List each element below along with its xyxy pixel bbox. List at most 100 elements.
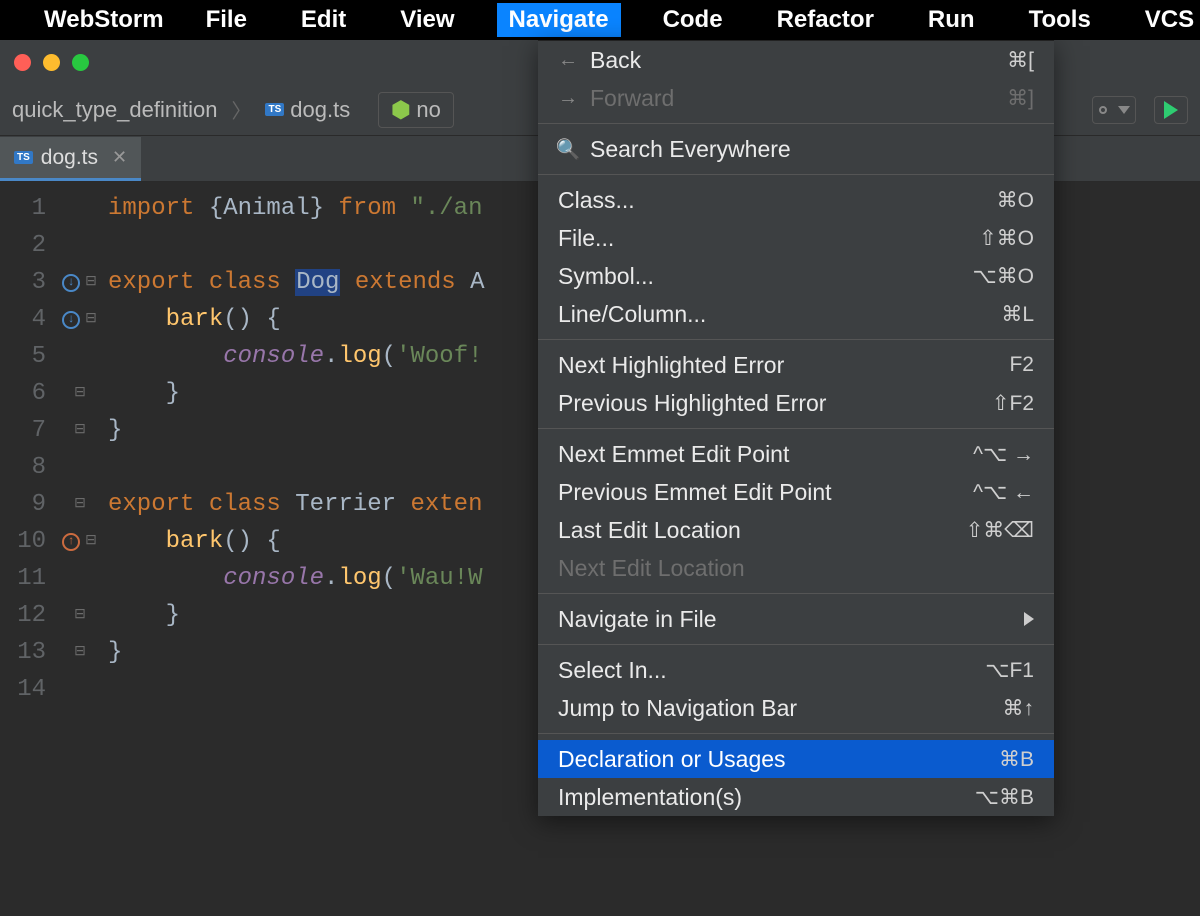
play-icon <box>1164 101 1178 119</box>
menu-item-class[interactable]: Class... ⌘O <box>538 181 1054 219</box>
override-down-icon[interactable] <box>62 311 80 329</box>
menu-shortcut: F2 <box>1009 353 1034 377</box>
menu-separator <box>538 174 1054 175</box>
menu-item-label: Back <box>590 47 641 74</box>
menu-item-label: Symbol... <box>558 263 654 290</box>
menu-shortcut: ⌘] <box>1007 86 1034 111</box>
menu-item-label: Previous Emmet Edit Point <box>558 479 832 506</box>
minimize-window-icon[interactable] <box>43 54 60 71</box>
icon-gutter: ⊟ ⊟ ⊟ ⊟ ⊟ ⊟ ⊟ ⊟ <box>56 182 104 916</box>
menu-item-label: Next Highlighted Error <box>558 352 784 379</box>
fold-icon[interactable]: ⊟ <box>73 424 87 438</box>
menu-item-label: Search Everywhere <box>590 136 791 163</box>
menu-shortcut: ⌥F1 <box>985 658 1034 683</box>
breadcrumb-file[interactable]: TS dog.ts <box>265 97 350 123</box>
menu-shortcut: ⌥⌘B <box>975 785 1034 810</box>
close-tab-icon[interactable]: ✕ <box>112 147 127 168</box>
menu-item-previous-emmet-edit-point[interactable]: Previous Emmet Edit Point ^⌥ ← <box>538 473 1054 511</box>
menu-shortcut: ⌘[ <box>1007 48 1034 73</box>
run-button[interactable] <box>1154 96 1188 124</box>
menu-code[interactable]: Code <box>651 3 735 37</box>
navigate-menu-dropdown[interactable]: ←Back⌘[→Forward⌘]🔍Search EverywhereClass… <box>538 40 1054 816</box>
menu-separator <box>538 123 1054 124</box>
line-number-gutter: 1234567891011121314 <box>0 182 56 916</box>
menu-tools[interactable]: Tools <box>1017 3 1103 37</box>
fold-icon[interactable]: ⊟ <box>73 646 87 660</box>
menu-separator <box>538 428 1054 429</box>
menu-run[interactable]: Run <box>916 3 987 37</box>
menu-item-next-emmet-edit-point[interactable]: Next Emmet Edit Point ^⌥ → <box>538 435 1054 473</box>
fold-icon[interactable]: ⊟ <box>73 609 87 623</box>
menu-item-label: Forward <box>590 85 674 112</box>
menu-item-label: Line/Column... <box>558 301 706 328</box>
menu-shortcut: ^⌥ → <box>973 442 1034 467</box>
menu-refactor[interactable]: Refactor <box>765 3 886 37</box>
menu-shortcut: ⌘B <box>999 747 1034 772</box>
editor-tab[interactable]: TS dog.ts ✕ <box>0 137 141 181</box>
menu-file[interactable]: File <box>194 3 259 37</box>
run-config-selector[interactable]: ⬢ no <box>378 92 454 128</box>
menu-item-file[interactable]: File...⇧⌘O <box>538 219 1054 257</box>
fold-icon[interactable]: ⊟ <box>84 276 98 290</box>
fold-icon[interactable]: ⊟ <box>84 313 98 327</box>
ts-file-icon: TS <box>14 151 33 164</box>
menu-item-line-column[interactable]: Line/Column... ⌘L <box>538 295 1054 333</box>
arrow-icon: ← <box>558 50 578 70</box>
breadcrumb-separator-icon: 〉 <box>225 95 257 124</box>
menu-item-label: Previous Highlighted Error <box>558 390 826 417</box>
ts-file-icon: TS <box>265 103 284 116</box>
close-window-icon[interactable] <box>14 54 31 71</box>
menu-item-label: Select In... <box>558 657 667 684</box>
menu-shortcut: ⇧F2 <box>992 391 1034 416</box>
app-name: WebStorm <box>44 6 164 34</box>
menu-item-last-edit-location[interactable]: Last Edit Location ⇧⌘⌫ <box>538 511 1054 549</box>
menu-item-next-edit-location: Next Edit Location <box>538 549 1054 587</box>
traffic-lights[interactable] <box>14 54 89 71</box>
zoom-window-icon[interactable] <box>72 54 89 71</box>
menu-item-select-in[interactable]: Select In... ⌥F1 <box>538 651 1054 689</box>
menu-item-label: Last Edit Location <box>558 517 741 544</box>
menu-item-label: Implementation(s) <box>558 784 742 811</box>
mac-menubar: WebStorm File Edit View Navigate Code Refacto… <box>0 0 1200 40</box>
menu-item-search-everywhere[interactable]: 🔍 Search Everywhere <box>538 130 1054 168</box>
search-icon: 🔍 <box>558 139 578 159</box>
menu-shortcut: ⌘↑ <box>1003 696 1035 721</box>
menu-shortcut: ⌘L <box>1001 302 1034 327</box>
menu-item-label: Next Edit Location <box>558 555 745 582</box>
menu-item-label: Jump to Navigation Bar <box>558 695 797 722</box>
menu-item-back[interactable]: ← Back ⌘[ <box>538 41 1054 79</box>
menu-item-symbol[interactable]: Symbol... ⌥⌘O <box>538 257 1054 295</box>
menu-separator <box>538 339 1054 340</box>
menu-item-navigate-in-file[interactable]: Navigate in File <box>538 600 1054 638</box>
menu-item-jump-to-navigation-bar[interactable]: Jump to Navigation Bar ⌘↑ <box>538 689 1054 727</box>
menu-view[interactable]: View <box>388 3 466 37</box>
submenu-arrow-icon <box>1024 612 1034 626</box>
menu-item-forward: →Forward⌘] <box>538 79 1054 117</box>
menu-item-declaration-or-usages[interactable]: Declaration or Usages ⌘B <box>538 740 1054 778</box>
menu-separator <box>538 644 1054 645</box>
menu-shortcut: ⇧⌘⌫ <box>966 518 1034 543</box>
chevron-down-icon <box>1118 106 1130 114</box>
fold-icon[interactable]: ⊟ <box>73 498 87 512</box>
menu-item-label: Declaration or Usages <box>558 746 786 773</box>
menu-shortcut: ⌘O <box>997 188 1034 213</box>
menu-item-previous-highlighted-error[interactable]: Previous Highlighted Error ⇧F2 <box>538 384 1054 422</box>
menu-item-implementation-s[interactable]: Implementation(s) ⌥⌘B <box>538 778 1054 816</box>
menu-vcs[interactable]: VCS <box>1133 3 1200 37</box>
breadcrumb-root[interactable]: quick_type_definition <box>12 97 217 123</box>
menu-shortcut: ⌥⌘O <box>972 264 1034 289</box>
override-up-icon[interactable] <box>62 533 80 551</box>
menu-separator <box>538 593 1054 594</box>
menu-edit[interactable]: Edit <box>289 3 358 37</box>
config-dropdown-button[interactable] <box>1092 96 1136 124</box>
menu-shortcut: ^⌥ ← <box>973 480 1034 505</box>
fold-icon[interactable]: ⊟ <box>84 535 98 549</box>
menu-navigate[interactable]: Navigate <box>497 3 621 37</box>
fold-icon[interactable]: ⊟ <box>73 387 87 401</box>
menu-item-next-highlighted-error[interactable]: Next Highlighted Error F2 <box>538 346 1054 384</box>
override-down-icon[interactable] <box>62 274 80 292</box>
menu-shortcut: ⇧⌘O <box>979 226 1034 251</box>
menu-item-label: Next Emmet Edit Point <box>558 441 789 468</box>
menu-item-label: Class... <box>558 187 635 214</box>
menu-separator <box>538 733 1054 734</box>
